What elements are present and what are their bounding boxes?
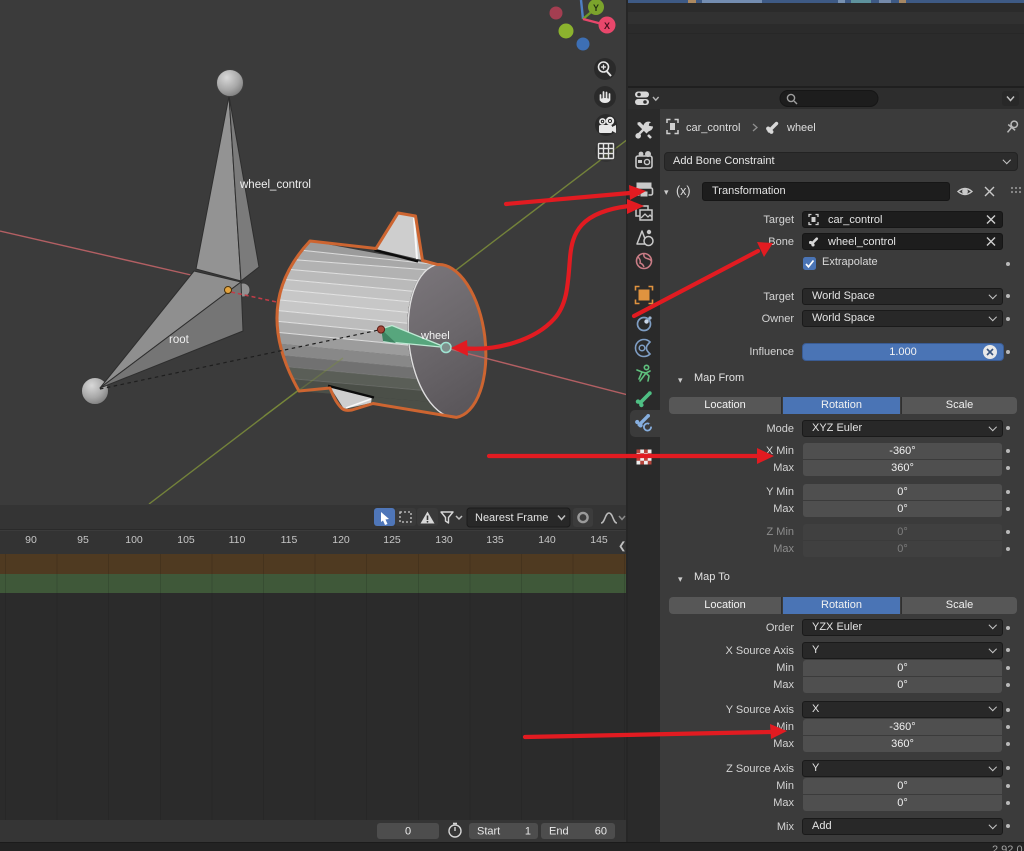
- svg-text:Y: Y: [593, 3, 599, 13]
- svg-text:wheel_control: wheel_control: [239, 179, 311, 191]
- svg-text:Nearest Frame: Nearest Frame: [475, 512, 548, 524]
- svg-text:End: End: [549, 826, 569, 838]
- svg-text:root: root: [169, 334, 190, 346]
- svg-text:0: 0: [405, 826, 411, 838]
- svg-text:car_control: car_control: [686, 122, 740, 134]
- svg-text:wheel: wheel: [420, 330, 450, 342]
- svg-text:Start: Start: [477, 826, 500, 838]
- svg-text:60: 60: [595, 826, 607, 838]
- svg-text:wheel: wheel: [786, 122, 816, 134]
- svg-text:1: 1: [525, 826, 531, 838]
- svg-text:car_control: car_control: [828, 214, 882, 226]
- svg-text:X: X: [604, 21, 610, 31]
- svg-text:wheel_control: wheel_control: [827, 236, 896, 248]
